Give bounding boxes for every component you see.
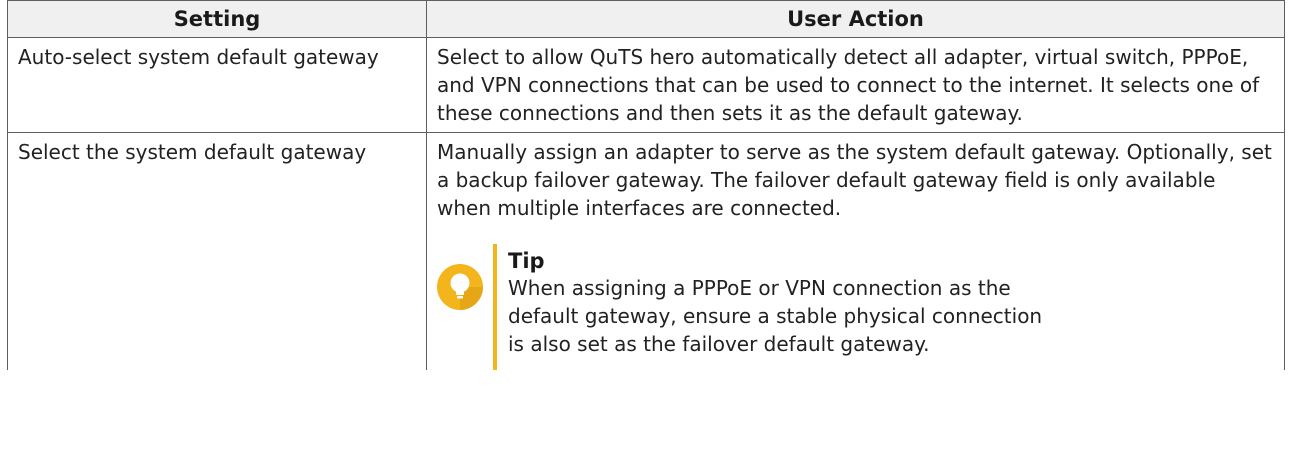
lightbulb-icon (437, 264, 483, 310)
user-action-cell: Manually assign an adapter to serve as t… (426, 132, 1285, 370)
tip-accent-bar (493, 244, 497, 370)
table-row: Select the system default gateway Manual… (7, 132, 1285, 370)
tip-title: Tip (508, 249, 545, 273)
setting-cell: Select the system default gateway (7, 132, 427, 370)
settings-table-container: Setting User Action Auto-select system d… (7, 0, 1285, 370)
setting-name: Select the system default gateway (18, 140, 367, 164)
column-header-user-action: User Action (426, 0, 1285, 38)
tip-content: Tip When assigning a PPPoE or VPN connec… (508, 248, 1048, 358)
setting-cell: Auto-select system default gateway (7, 37, 427, 133)
setting-name: Auto-select system default gateway (18, 45, 379, 69)
user-action-cell: Select to allow QuTS hero automatically … (426, 37, 1285, 133)
tip-body: When assigning a PPPoE or VPN connection… (508, 276, 1043, 356)
user-action-text: Select to allow QuTS hero automatically … (437, 45, 1260, 125)
table-row: Auto-select system default gateway Selec… (7, 37, 1285, 133)
settings-table: Setting User Action Auto-select system d… (7, 0, 1285, 370)
user-action-text: Manually assign an adapter to serve as t… (437, 140, 1272, 220)
column-header-setting: Setting (7, 0, 427, 38)
table-header-row: Setting User Action (7, 0, 1285, 38)
tip-callout: Tip When assigning a PPPoE or VPN connec… (437, 244, 1274, 370)
